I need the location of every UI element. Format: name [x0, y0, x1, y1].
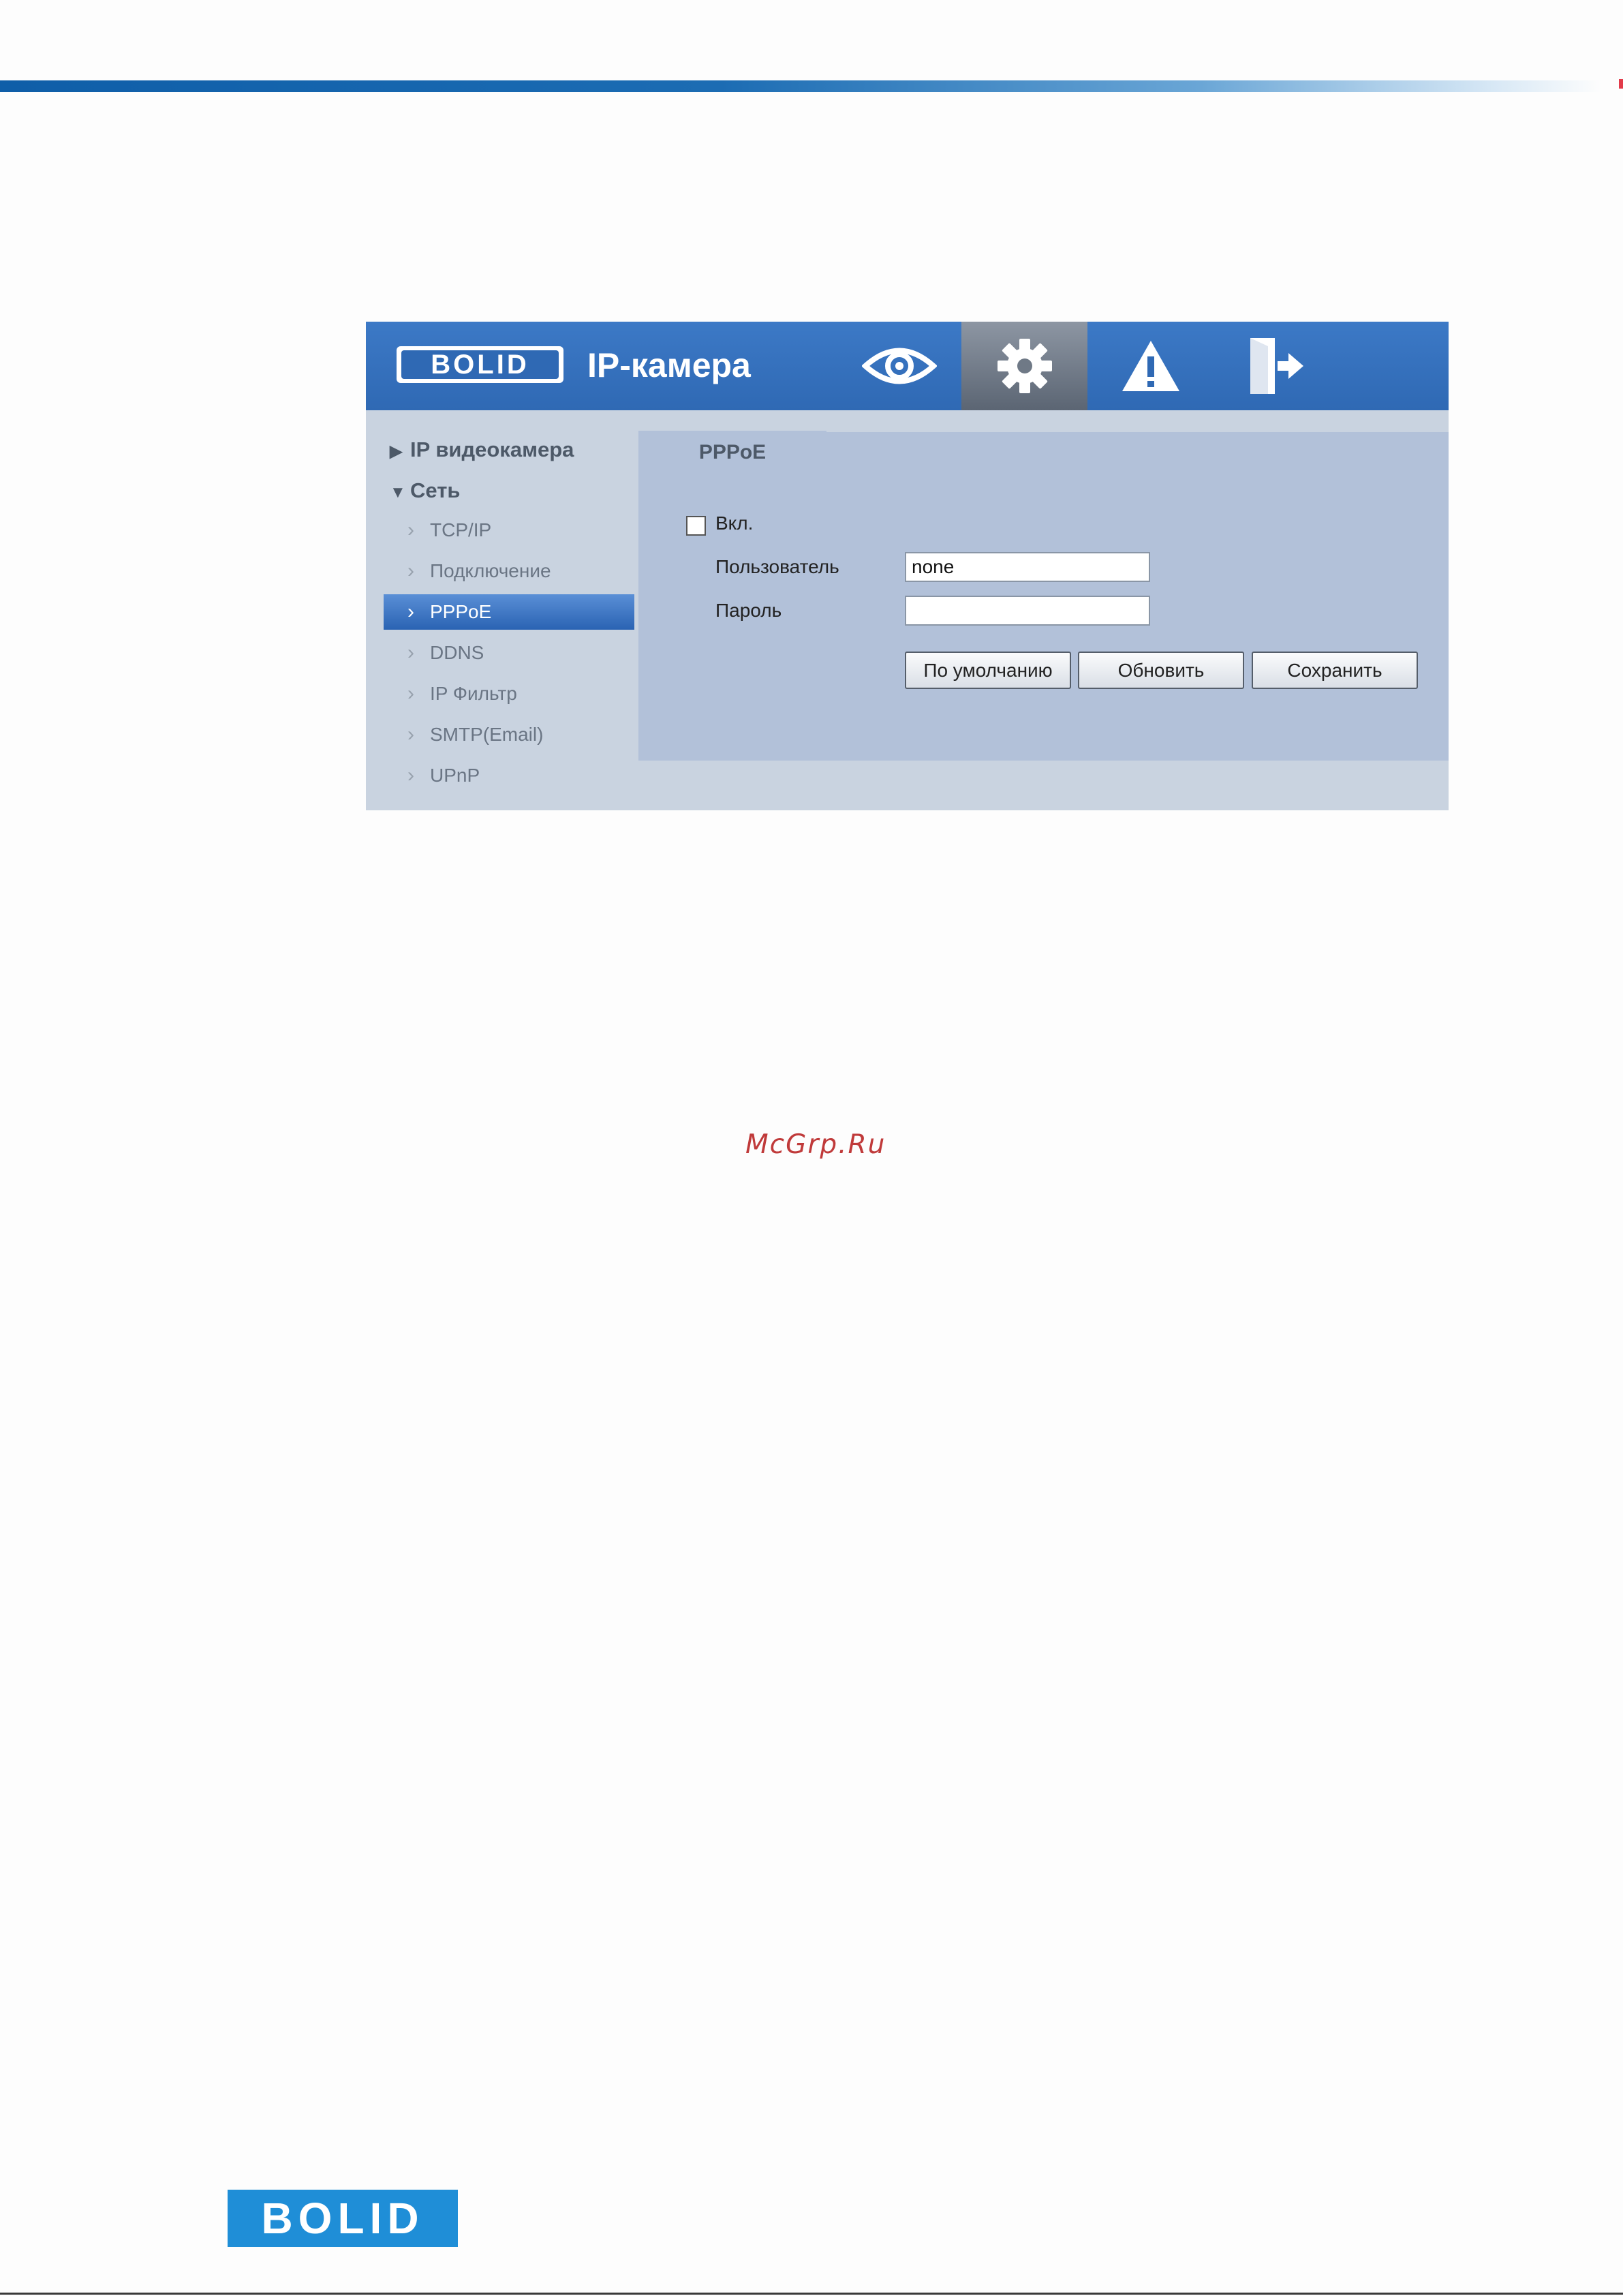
nav-alarm-button[interactable]	[1087, 322, 1214, 410]
sidebar-item-label: Подключение	[430, 560, 551, 581]
sidebar-item-connection[interactable]: › Подключение	[384, 553, 634, 589]
app-header: BOLID IP-камера	[366, 322, 1449, 410]
sidebar-item-label: PPPoE	[430, 601, 492, 622]
sidebar-item-label: UPnP	[430, 765, 480, 786]
nav-live-view-button[interactable]	[836, 322, 962, 410]
warning-icon	[1122, 341, 1179, 391]
exit-icon	[1250, 338, 1303, 394]
enable-checkbox[interactable]	[686, 516, 706, 536]
app-title: IP-камера	[587, 346, 751, 384]
eye-icon	[861, 348, 937, 384]
refresh-button[interactable]: Обновить	[1078, 652, 1244, 689]
save-button[interactable]: Сохранить	[1252, 652, 1418, 689]
footer-divider	[0, 2293, 1623, 2295]
default-button[interactable]: По умолчанию	[905, 652, 1071, 689]
password-label: Пароль	[715, 600, 782, 621]
nav-logout-button[interactable]	[1213, 322, 1339, 410]
bolid-logo: BOLID	[397, 346, 563, 383]
sidebar-item-label: SMTP(Email)	[430, 724, 544, 745]
tab-pppoe[interactable]: PPPoE	[638, 431, 826, 474]
sidebar-group-network[interactable]: ▼ Сеть	[390, 477, 460, 506]
chevron-right-icon: ›	[407, 519, 414, 541]
page-edge-marker	[1619, 79, 1623, 89]
camera-web-ui-screenshot: BOLID IP-камера ▶ IP видеокамера ▼ Сеть …	[366, 322, 1449, 810]
enable-label: Вкл.	[715, 512, 754, 534]
chevron-right-icon: ›	[407, 600, 414, 623]
sidebar-group-label: IP видеокамера	[410, 438, 574, 461]
settings-sidebar: ▶ IP видеокамера ▼ Сеть › TCP/IP › Подключ…	[366, 410, 638, 810]
sidebar-group-ip-camera[interactable]: ▶ IP видеокамера	[390, 436, 574, 465]
triangle-down-icon: ▼	[390, 483, 406, 502]
sidebar-item-ip-filter[interactable]: › IP Фильтр	[384, 676, 634, 711]
sidebar-item-label: IP Фильтр	[430, 683, 517, 704]
chevron-right-icon: ›	[407, 560, 414, 582]
sidebar-item-label: TCP/IP	[430, 519, 492, 540]
sidebar-item-label: DDNS	[430, 642, 484, 663]
password-input[interactable]	[905, 596, 1150, 626]
sidebar-item-smtp[interactable]: › SMTP(Email)	[384, 717, 634, 752]
sidebar-item-pppoe[interactable]: › PPPoE	[384, 594, 634, 630]
page-header-band	[0, 80, 1601, 92]
chevron-right-icon: ›	[407, 641, 414, 664]
gear-icon	[997, 339, 1052, 393]
chevron-right-icon: ›	[407, 723, 414, 746]
watermark-text: McGrp.Ru	[745, 1129, 886, 1160]
logo-text: BOLID	[401, 350, 559, 379]
tab-strip	[638, 410, 1449, 432]
triangle-right-icon: ▶	[390, 442, 403, 461]
chevron-right-icon: ›	[407, 764, 414, 786]
chevron-right-icon: ›	[407, 682, 414, 705]
user-label: Пользователь	[715, 556, 839, 577]
sidebar-item-ddns[interactable]: › DDNS	[384, 635, 634, 671]
sidebar-item-tcpip[interactable]: › TCP/IP	[384, 512, 634, 548]
sidebar-item-upnp[interactable]: › UPnP	[384, 758, 634, 793]
nav-settings-button[interactable]	[961, 322, 1087, 410]
footer-bolid-logo: BOLID	[228, 2190, 458, 2247]
user-input[interactable]: none	[905, 552, 1150, 582]
sidebar-group-label: Сеть	[410, 478, 461, 502]
